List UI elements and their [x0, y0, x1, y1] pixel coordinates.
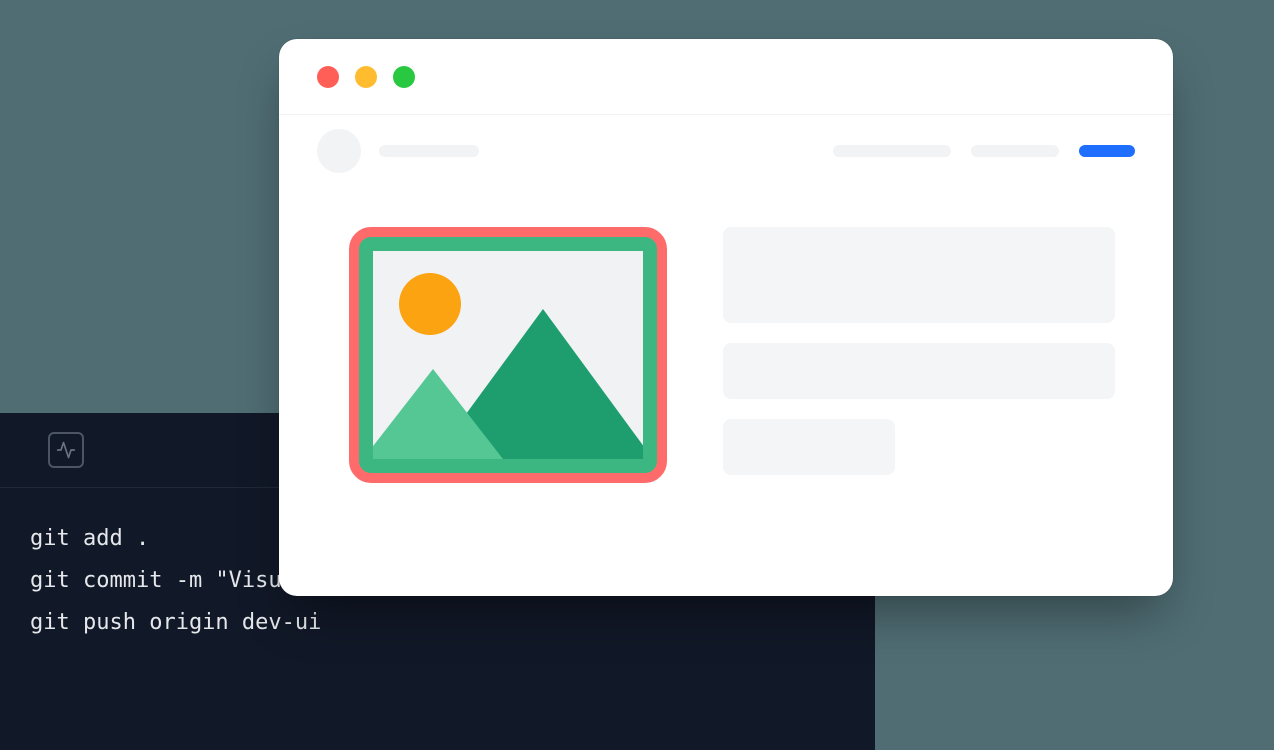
nav-link-skeleton[interactable] [971, 145, 1059, 157]
terminal-line: git push origin dev-ui [30, 602, 845, 644]
page-header [279, 115, 1173, 187]
minimize-icon[interactable] [355, 66, 377, 88]
activity-icon [48, 432, 84, 468]
close-icon[interactable] [317, 66, 339, 88]
image-highlight-frame [349, 227, 667, 483]
image-placeholder [373, 251, 643, 459]
browser-window [279, 39, 1173, 596]
skeleton-block [723, 419, 895, 475]
browser-titlebar [279, 39, 1173, 115]
nav-link-active[interactable] [1079, 145, 1135, 157]
zoom-icon[interactable] [393, 66, 415, 88]
page-content [279, 187, 1173, 483]
skeleton-text [379, 145, 479, 157]
avatar [317, 129, 361, 173]
mountain-icon [373, 369, 503, 459]
header-nav [833, 145, 1135, 157]
header-left [317, 129, 479, 173]
skeleton-block [723, 343, 1115, 399]
content-skeletons [723, 227, 1135, 483]
nav-link-skeleton[interactable] [833, 145, 951, 157]
skeleton-block [723, 227, 1115, 323]
